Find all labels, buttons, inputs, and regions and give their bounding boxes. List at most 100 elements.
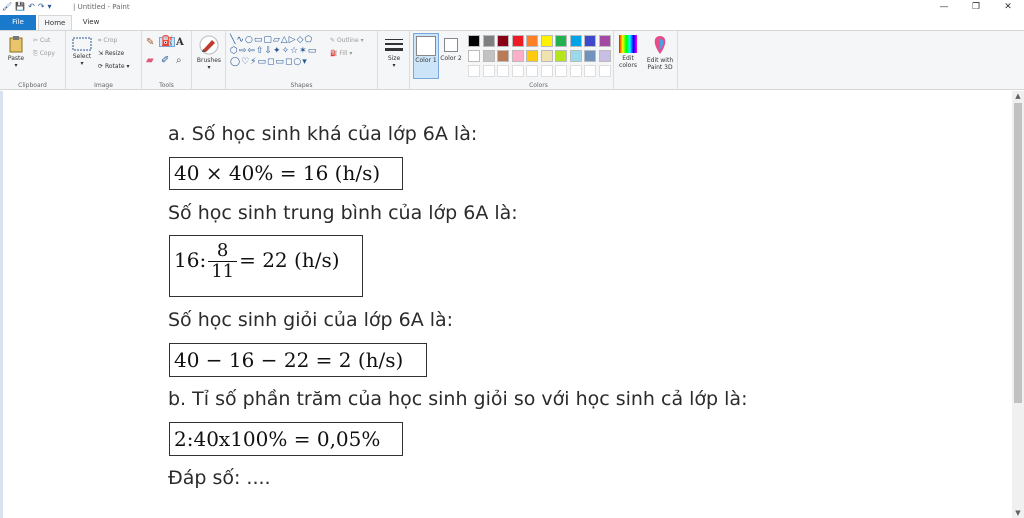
paste-button[interactable]: Paste ▾ bbox=[4, 35, 28, 69]
color-swatch[interactable] bbox=[511, 50, 524, 62]
rainbow-palette-icon bbox=[619, 35, 637, 53]
rotate-icon: ⟳ bbox=[98, 63, 104, 70]
brushes-button[interactable]: Brushes ▾ bbox=[195, 35, 223, 71]
average-students-heading: Số học sinh trung bình của lớp 6A là: bbox=[168, 202, 518, 224]
color1-button[interactable]: Color 1 bbox=[413, 33, 439, 79]
shapes-gallery[interactable]: ╲∿○▭▢▱△▷◇⬠ ⬡⇨⇦⇧⇩✦✧☆✶▭ ◯♡⚡▭◻▭◻○▾ bbox=[230, 35, 317, 68]
color-swatch[interactable] bbox=[526, 50, 538, 62]
paste-icon bbox=[9, 36, 23, 53]
scrollbar-thumb[interactable] bbox=[1014, 103, 1022, 403]
color-swatch[interactable] bbox=[482, 35, 495, 47]
fraction: 8 11 bbox=[208, 241, 238, 282]
color-swatch[interactable] bbox=[497, 35, 509, 47]
color-swatch[interactable] bbox=[511, 35, 524, 47]
color-swatch[interactable] bbox=[497, 50, 509, 62]
custom-color-slot[interactable] bbox=[569, 65, 582, 77]
color-swatch[interactable] bbox=[482, 50, 495, 62]
paint-app-icon: 🖌 bbox=[2, 2, 13, 11]
formula-suffix: = 22 (h/s) bbox=[239, 248, 340, 272]
color-swatch[interactable] bbox=[584, 50, 596, 62]
custom-color-slot[interactable] bbox=[526, 65, 538, 77]
color2-swatch bbox=[444, 38, 458, 52]
color-swatch[interactable] bbox=[555, 35, 567, 47]
color-swatch[interactable] bbox=[598, 50, 611, 62]
custom-color-slot[interactable] bbox=[497, 65, 509, 77]
title-bar: 🖌 💾 ↶ ↷ ▾ | Untitled - Paint — ❐ ✕ bbox=[0, 0, 1024, 15]
color-swatch[interactable] bbox=[584, 35, 596, 47]
scroll-up-icon[interactable]: ▲ bbox=[1012, 92, 1024, 100]
color-picker-icon[interactable]: ✐ bbox=[161, 56, 169, 66]
fraction-numerator: 8 bbox=[208, 241, 238, 262]
save-icon[interactable]: 💾 bbox=[15, 2, 25, 12]
colors-group: Colors bbox=[464, 31, 614, 90]
color-swatch[interactable] bbox=[468, 50, 480, 62]
resize-button[interactable]: ⇲ Resize bbox=[98, 50, 124, 58]
scroll-down-icon[interactable]: ▼ bbox=[1012, 509, 1024, 517]
crop-icon: ⌗ bbox=[98, 37, 102, 44]
formula-prefix: 16: bbox=[174, 248, 207, 272]
color1-swatch bbox=[416, 36, 436, 56]
copy-button[interactable]: ⎘ Copy bbox=[33, 50, 55, 58]
paint3d-icon bbox=[654, 36, 666, 54]
fill-bucket-icon[interactable]: ⛽ bbox=[159, 37, 176, 47]
color-swatch[interactable] bbox=[540, 35, 553, 47]
undo-icon[interactable]: ↶ bbox=[28, 2, 35, 12]
tab-home[interactable]: Home bbox=[38, 15, 72, 30]
fill-button[interactable]: ⛽ Fill ▾ bbox=[330, 50, 352, 58]
quick-access-toolbar: 🖌 💾 ↶ ↷ ▾ bbox=[2, 2, 52, 12]
custom-color-slot[interactable] bbox=[482, 65, 495, 77]
edit-colors-group: Edit colors bbox=[614, 31, 642, 90]
color-swatch[interactable] bbox=[569, 50, 582, 62]
edit-colors-button[interactable]: Edit colors bbox=[615, 35, 641, 69]
size-button[interactable]: Size ▾ bbox=[382, 37, 406, 69]
pencil-icon[interactable]: ✎ bbox=[146, 38, 154, 48]
tab-view[interactable]: View bbox=[74, 15, 108, 30]
crop-button[interactable]: ⌗ Crop bbox=[98, 37, 117, 45]
cut-button[interactable]: ✂ Cut bbox=[33, 37, 50, 45]
color2-button[interactable]: Color 2 bbox=[440, 33, 462, 62]
customize-qat-icon[interactable]: ▾ bbox=[48, 2, 52, 12]
formula-box-average-students: 16: 8 11 = 22 (h/s) bbox=[169, 235, 363, 297]
canvas-area[interactable]: a. Số học sinh khá của lớp 6A là: 40 × 4… bbox=[0, 91, 1012, 518]
eraser-icon[interactable]: ▰ bbox=[146, 56, 154, 66]
fill-icon: ⛽ bbox=[330, 50, 338, 57]
rotate-button[interactable]: ⟳ Rotate ▾ bbox=[98, 63, 130, 71]
colors-group-label: Colors bbox=[529, 82, 548, 89]
shapes-group-label: Shapes bbox=[290, 82, 313, 89]
formula-box-good-students: 40 × 40% = 16 (h/s) bbox=[169, 157, 403, 190]
select-rectangle-icon bbox=[72, 37, 92, 51]
magnifier-icon[interactable]: ⌕ bbox=[176, 56, 182, 66]
maximize-button[interactable]: ❐ bbox=[960, 0, 992, 15]
color-swatch[interactable] bbox=[468, 35, 480, 47]
custom-color-slot[interactable] bbox=[555, 65, 567, 77]
tools-group: ✎ ⛽ A ▰ ✐ ⌕ Tools bbox=[142, 31, 192, 90]
color-swatch[interactable] bbox=[540, 50, 553, 62]
custom-color-slot[interactable] bbox=[511, 65, 524, 77]
vertical-scrollbar[interactable]: ▲ ▼ bbox=[1012, 91, 1024, 518]
text-tool-icon[interactable]: A bbox=[176, 38, 184, 48]
shapes-row-2-icons: ⬡⇨⇦⇧⇩✦✧☆✶▭ bbox=[230, 46, 318, 56]
minimize-button[interactable]: — bbox=[928, 0, 960, 15]
shapes-row-3-icons: ◯♡⚡▭◻▭◻○▾ bbox=[230, 57, 308, 67]
custom-color-slot[interactable] bbox=[598, 65, 611, 77]
select-button[interactable]: Select ▾ bbox=[70, 37, 94, 67]
tab-file[interactable]: File bbox=[0, 15, 36, 30]
color-swatch[interactable] bbox=[569, 35, 582, 47]
custom-color-slot[interactable] bbox=[540, 65, 553, 77]
close-button[interactable]: ✕ bbox=[992, 0, 1024, 15]
chevron-down-icon: ▾ bbox=[207, 64, 211, 71]
chevron-down-icon: ▾ bbox=[14, 62, 18, 69]
color-swatch[interactable] bbox=[555, 50, 567, 62]
outline-icon: ✎ bbox=[330, 37, 336, 44]
color-swatch[interactable] bbox=[526, 35, 538, 47]
custom-color-slot[interactable] bbox=[584, 65, 596, 77]
excellent-students-heading: Số học sinh giỏi của lớp 6A là: bbox=[168, 309, 454, 331]
brushes-group[interactable]: Brushes ▾ bbox=[192, 31, 226, 90]
color-swatch[interactable] bbox=[598, 35, 611, 47]
outline-button[interactable]: ✎ Outline ▾ bbox=[330, 37, 364, 45]
custom-color-slot[interactable] bbox=[468, 65, 480, 77]
fraction-denominator: 11 bbox=[211, 261, 235, 282]
clipboard-group: Paste ▾ ✂ Cut ⎘ Copy Clipboard bbox=[0, 31, 66, 90]
redo-icon[interactable]: ↷ bbox=[38, 2, 45, 12]
edit-with-paint3d-button[interactable]: Edit with Paint 3D bbox=[644, 35, 676, 71]
